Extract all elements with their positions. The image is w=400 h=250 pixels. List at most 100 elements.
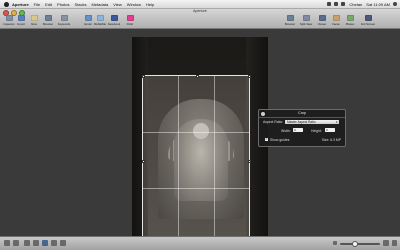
wifi-icon[interactable]: [327, 2, 332, 6]
toolbar-right-label: Faces: [332, 22, 340, 26]
rotate-left-icon[interactable]: [4, 240, 10, 246]
crop-handle-left[interactable]: [141, 159, 145, 163]
menu-help[interactable]: Help: [146, 2, 154, 7]
menu-bar: Aperture File Edit Photos Stacks Metadat…: [0, 0, 400, 9]
select-tool-icon[interactable]: [24, 240, 30, 246]
menu-edit[interactable]: Edit: [45, 2, 52, 7]
full-screen-icon: [364, 15, 372, 21]
toolbar-right-label: Full Screen: [360, 22, 376, 26]
keywords-icon: [60, 15, 68, 21]
aperture-window: Aperture File Edit Photos Stacks Metadat…: [0, 0, 400, 250]
toolbar-left-button-flickr[interactable]: Flickr: [122, 15, 138, 26]
crop-guide-v2: [213, 76, 215, 244]
toolbar-right-label: Places: [345, 22, 355, 26]
browser-icon: [286, 15, 294, 21]
viewer-area: Crop Aspect Ratio: Master Aspect Ratio ▾…: [0, 29, 400, 245]
toolbar-left-button-browser[interactable]: Browser: [40, 15, 56, 26]
crop-handle-top-right[interactable]: [247, 74, 251, 78]
toolbar-left-label: Flickr: [126, 22, 134, 26]
straighten-tool-icon[interactable]: [33, 240, 39, 246]
mobileme-icon: [96, 15, 104, 21]
clock[interactable]: Sat 11:09 AM: [366, 2, 390, 7]
inspector-icon: [5, 15, 13, 21]
volume-icon[interactable]: [334, 2, 339, 6]
rotate-right-icon[interactable]: [13, 240, 19, 246]
menu-status-area: Chetan Sat 11:09 AM: [324, 0, 397, 8]
new-icon: [30, 15, 38, 21]
email-icon: [84, 15, 92, 21]
browser-icon: [44, 15, 52, 21]
aspect-ratio-value: Master Aspect Ratio: [287, 119, 316, 124]
zoom-in-icon[interactable]: [383, 240, 389, 246]
chevron-down-icon: ▾: [335, 119, 338, 124]
crop-guide-v1: [178, 76, 179, 244]
toolbar-left-label: Import: [17, 22, 25, 26]
split-view-icon: [302, 15, 310, 21]
retouch-tool-icon[interactable]: [51, 240, 57, 246]
toolbar-left-label: Email: [84, 22, 92, 26]
checkmark-icon: ✓: [265, 137, 269, 141]
zoom-slider[interactable]: [340, 243, 380, 245]
toolbar-left-label: MobileMe: [93, 22, 107, 26]
image-size-text: Size: 6.3 MP: [321, 137, 341, 142]
toolbar-right-button-browser[interactable]: Browser: [282, 15, 298, 26]
crop-dim-left: [132, 75, 142, 237]
toolbar-right-button-split-view[interactable]: Split View: [298, 15, 314, 26]
width-field[interactable]: 0: [293, 128, 303, 132]
fullscreen-icon[interactable]: [392, 240, 397, 246]
faces-icon: [332, 15, 340, 21]
menu-window[interactable]: Window: [127, 2, 141, 7]
menu-metadata[interactable]: Metadata: [92, 2, 109, 7]
import-icon: [17, 15, 25, 21]
toolbar-left-button-keywords[interactable]: Keywords: [56, 15, 72, 26]
height-field[interactable]: 0: [325, 128, 335, 132]
toolbar-left-button-facebook[interactable]: Facebook: [106, 15, 122, 26]
crop-guide-h2: [143, 187, 249, 189]
crop-handle-top-left[interactable]: [141, 74, 145, 78]
user-name[interactable]: Chetan: [349, 2, 362, 7]
crop-dim-top: [132, 37, 268, 75]
toolbar-right-label: Viewer: [317, 22, 327, 26]
bottom-toolbar: [0, 236, 400, 250]
crop-rectangle[interactable]: [141, 74, 251, 245]
zoom-slider-knob[interactable]: [352, 241, 358, 247]
aspect-ratio-label: Aspect Ratio:: [263, 120, 284, 124]
zoom-out-icon[interactable]: [333, 241, 337, 245]
menu-view[interactable]: View: [113, 2, 122, 7]
toolbar: Aperture Inspector Import New Browser Keywor…: [0, 9, 400, 29]
menu-photos[interactable]: Photos: [57, 2, 69, 7]
flickr-icon: [126, 15, 134, 21]
crop-hud: Crop Aspect Ratio: Master Aspect Ratio ▾…: [258, 109, 346, 147]
crop-handle-top[interactable]: [195, 74, 199, 78]
crop-handle-right[interactable]: [247, 159, 251, 163]
crop-dim-right: [250, 75, 268, 237]
toolbar-left-label: Browser: [42, 22, 54, 26]
crop-hud-title: Crop: [259, 110, 345, 118]
width-label: Width:: [281, 128, 291, 133]
show-guides-checkbox[interactable]: ✓: [265, 137, 269, 141]
crop-tool-icon[interactable]: [42, 240, 48, 246]
show-guides-label: Show guides: [270, 137, 290, 142]
toolbar-right-label: Split View: [299, 22, 313, 26]
height-label: Height:: [311, 128, 322, 133]
crop-guide-h1: [143, 131, 249, 133]
places-icon: [346, 15, 354, 21]
toolbar-right-button-full-screen[interactable]: Full Screen: [360, 15, 376, 26]
lift-stamp-icon[interactable]: [60, 240, 66, 246]
toolbar-left-label: New: [31, 22, 37, 26]
battery-icon[interactable]: [341, 2, 346, 6]
menu-stacks[interactable]: Stacks: [74, 2, 86, 7]
toolbar-left-label: Keywords: [57, 22, 71, 26]
toolbar-left-label: Facebook: [107, 22, 121, 26]
window-title: Aperture: [193, 9, 207, 13]
facebook-icon: [110, 15, 118, 21]
aspect-ratio-select[interactable]: Master Aspect Ratio ▾: [285, 119, 339, 124]
viewer-icon: [318, 15, 326, 21]
menu-app[interactable]: Aperture: [12, 2, 29, 7]
crop-hud-close-icon[interactable]: [261, 111, 265, 116]
toolbar-right-button-places[interactable]: Places: [342, 15, 358, 26]
apple-menu-icon[interactable]: [4, 1, 9, 7]
menu-file[interactable]: File: [34, 2, 40, 7]
spotlight-icon[interactable]: [393, 2, 397, 6]
toolbar-right-label: Browser: [284, 22, 296, 26]
